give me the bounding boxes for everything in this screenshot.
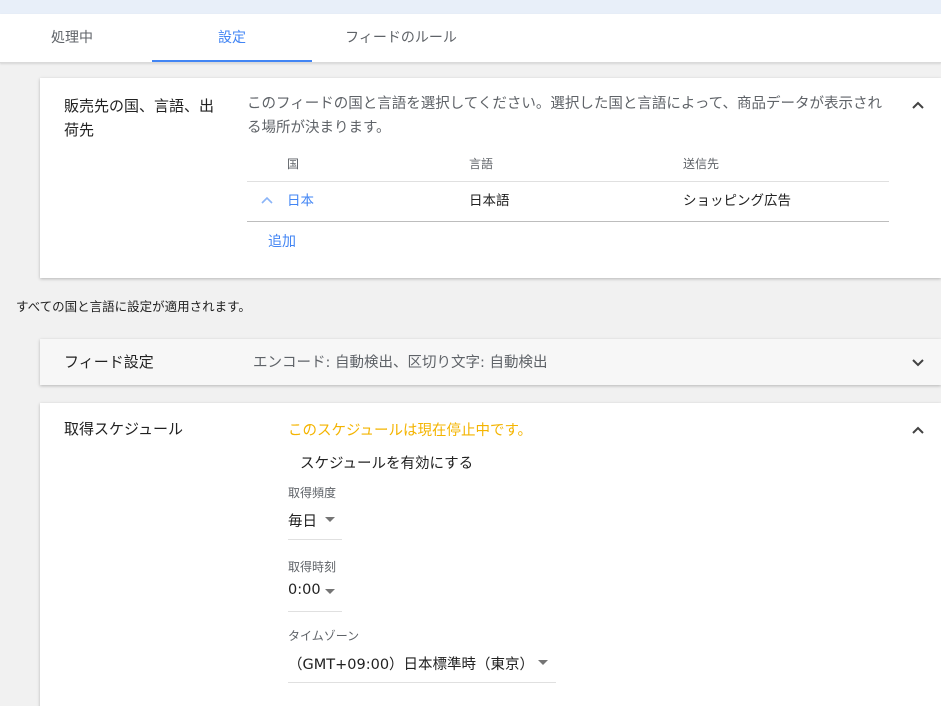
column-country: 国 bbox=[287, 157, 300, 171]
feed-settings-summary: エンコード: 自動検出、区切り文字: 自動検出 bbox=[253, 355, 548, 371]
country-link[interactable]: 日本 bbox=[287, 183, 314, 219]
dropdown-arrow-icon bbox=[325, 589, 335, 594]
language-value: 日本語 bbox=[469, 193, 510, 209]
schedule-card: 取得スケジュール このスケジュールは現在停止中です。 スケジュールを有効にする … bbox=[40, 403, 941, 706]
time-dropdown[interactable]: 0:00 bbox=[288, 575, 342, 612]
top-bar bbox=[0, 0, 941, 14]
feed-settings-card[interactable]: フィード設定 エンコード: 自動検出、区切り文字: 自動検出 bbox=[40, 339, 941, 385]
timezone-dropdown[interactable]: （GMT+09:00）日本標準時（東京） bbox=[288, 646, 556, 683]
frequency-dropdown[interactable]: 毎日 bbox=[288, 503, 342, 540]
frequency-label: 取得頻度 bbox=[288, 486, 337, 500]
targets-card: 販売先の国、言語、出荷先 このフィードの国と言語を選択してください。選択した国と… bbox=[40, 78, 941, 278]
settings-note: すべての国と言語に設定が適用されます。 bbox=[16, 299, 251, 314]
tab-bar: 処理中 設定 フィードのルール bbox=[0, 14, 941, 63]
enable-schedule-button[interactable]: スケジュールを有効にする bbox=[300, 452, 473, 473]
targets-card-title: 販売先の国、言語、出荷先 bbox=[64, 97, 215, 139]
destination-value: ショッピング広告 bbox=[683, 193, 791, 209]
dropdown-arrow-icon bbox=[325, 517, 335, 522]
chevron-down-icon[interactable] bbox=[911, 356, 925, 370]
chevron-up-icon[interactable] bbox=[911, 423, 925, 437]
schedule-title: 取得スケジュール bbox=[64, 420, 183, 438]
chevron-up-icon[interactable] bbox=[261, 195, 273, 205]
column-destination: 送信先 bbox=[683, 157, 720, 171]
frequency-value: 毎日 bbox=[288, 514, 317, 530]
time-value: 0:00 bbox=[288, 582, 321, 598]
schedule-paused-message: このスケジュールは現在停止中です。 bbox=[288, 423, 533, 439]
timezone-label: タイムゾーン bbox=[288, 629, 360, 643]
targets-description: このフィードの国と言語を選択してください。選択した国と言語によって、商品データが… bbox=[247, 96, 882, 136]
dropdown-arrow-icon bbox=[538, 660, 548, 665]
tab-processing[interactable]: 処理中 bbox=[0, 14, 152, 62]
chevron-up-icon[interactable] bbox=[911, 98, 925, 112]
tab-settings[interactable]: 設定 bbox=[152, 14, 312, 62]
tab-feed-rules[interactable]: フィードのルール bbox=[312, 14, 490, 62]
time-label: 取得時刻 bbox=[288, 560, 337, 574]
add-button[interactable]: 追加 bbox=[268, 231, 296, 251]
timezone-value: （GMT+09:00）日本標準時（東京） bbox=[288, 657, 535, 673]
column-language: 言語 bbox=[469, 157, 494, 171]
targets-table-header: 国 言語 送信先 bbox=[247, 155, 889, 182]
table-row: 日本 日本語 ショッピング広告 bbox=[247, 183, 889, 222]
feed-settings-title: フィード設定 bbox=[64, 353, 154, 371]
